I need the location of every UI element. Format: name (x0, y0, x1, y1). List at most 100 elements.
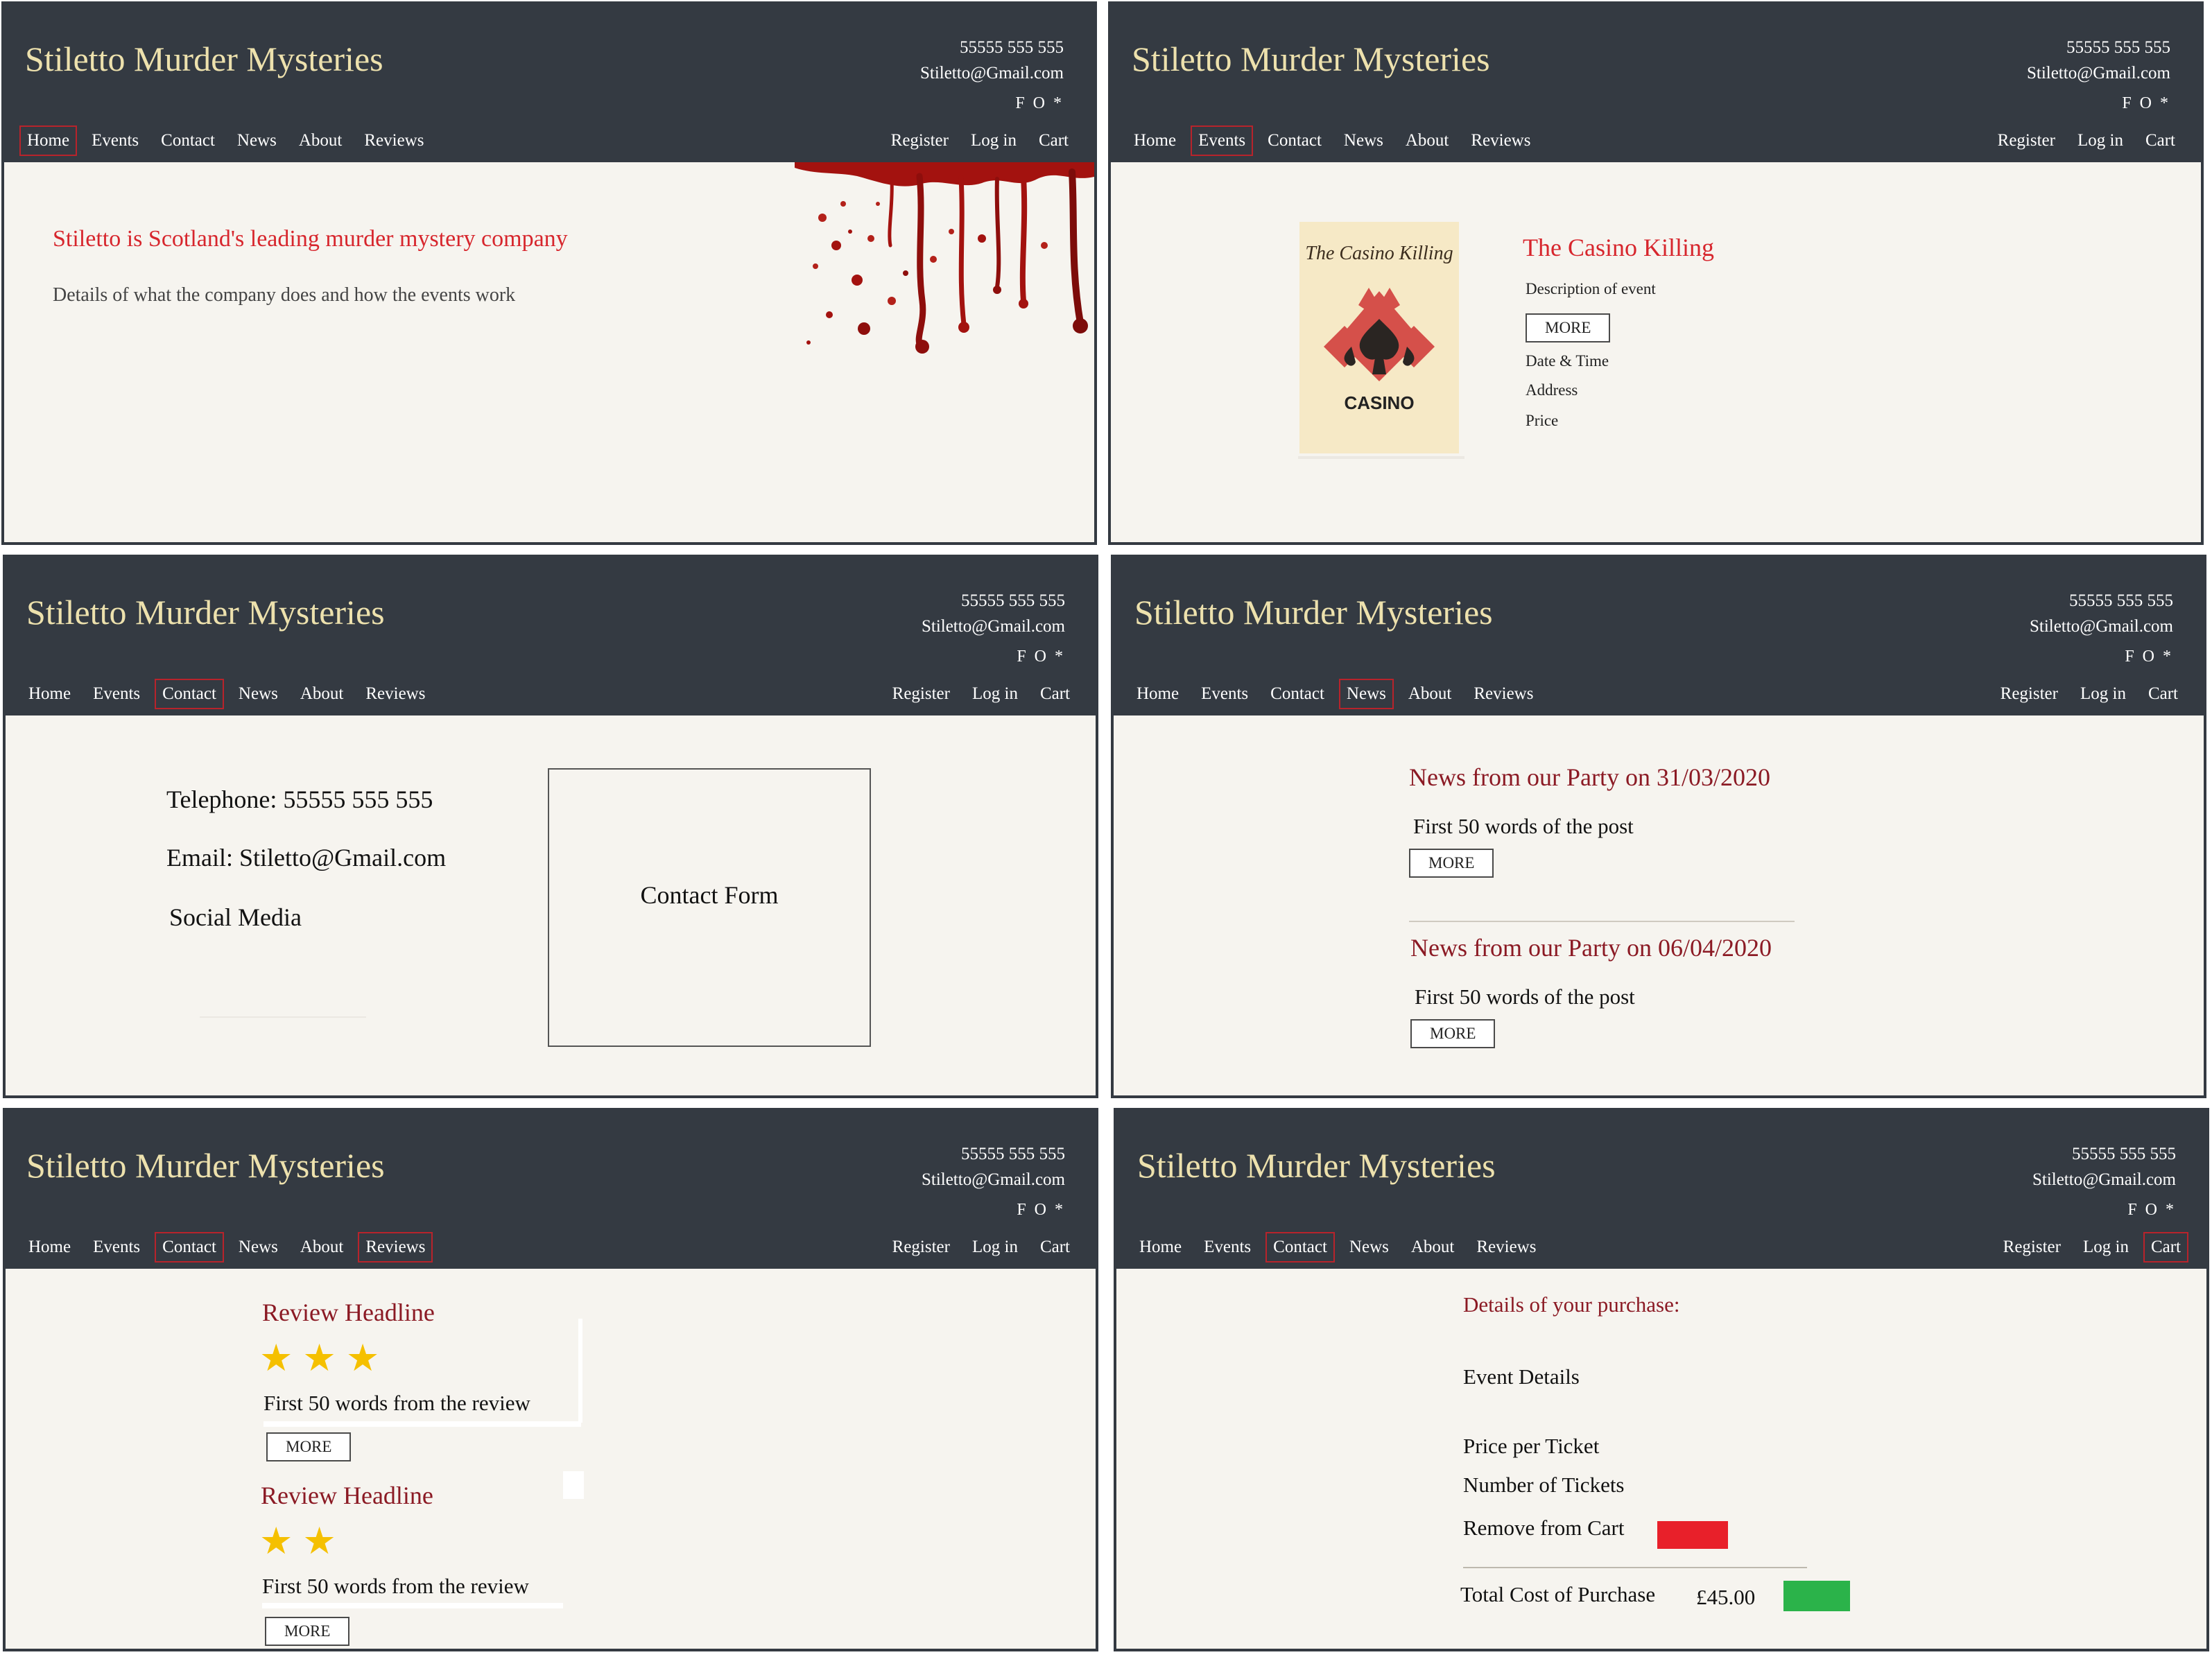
nav-home[interactable]: Home (1129, 679, 1186, 709)
news-post-title[interactable]: News from our Party on 31/03/2020 (1409, 763, 1770, 792)
news-more-button[interactable]: MORE (1409, 849, 1494, 878)
nav-events[interactable]: Events (1191, 125, 1254, 156)
checkout-button[interactable] (1783, 1581, 1850, 1611)
site-title[interactable]: Stiletto Murder Mysteries (26, 592, 385, 632)
divider (200, 1016, 366, 1018)
nav-reviews[interactable]: Reviews (1466, 679, 1541, 709)
site-title[interactable]: Stiletto Murder Mysteries (1137, 1145, 1496, 1186)
nav-reviews[interactable]: Reviews (358, 679, 433, 709)
nav-login[interactable]: Log in (2073, 679, 2134, 709)
nav-contact[interactable]: Contact (153, 125, 223, 156)
cart-page-mockup: Stiletto Murder Mysteries 55555 555 555 … (1114, 1108, 2209, 1651)
social-icons[interactable]: F O * (2122, 94, 2170, 113)
nav-contact[interactable]: Contact (1265, 1232, 1335, 1263)
social-icons[interactable]: F O * (1017, 1201, 1065, 1220)
nav-news[interactable]: News (230, 125, 284, 156)
nav-reviews[interactable]: Reviews (356, 125, 431, 156)
nav-register[interactable]: Register (1993, 679, 2066, 709)
header-email[interactable]: Stiletto@Gmail.com (2030, 614, 2173, 639)
white-strip (262, 1603, 563, 1608)
site-title[interactable]: Stiletto Murder Mysteries (1134, 592, 1493, 632)
site-title[interactable]: Stiletto Murder Mysteries (1132, 39, 1490, 79)
news-more-button[interactable]: MORE (1410, 1019, 1496, 1048)
nav-events[interactable]: Events (1193, 679, 1256, 709)
remove-from-cart-button[interactable] (1657, 1521, 1728, 1549)
nav-cart[interactable]: Cart (1032, 1232, 1078, 1263)
nav-register[interactable]: Register (885, 679, 958, 709)
nav-cart[interactable]: Cart (2143, 1232, 2188, 1263)
nav-events[interactable]: Events (85, 679, 148, 709)
review-more-label: MORE (265, 1617, 350, 1646)
nav-login[interactable]: Log in (963, 125, 1024, 156)
cart-divider (1463, 1567, 1807, 1568)
header-contact: 55555 555 555 Stiletto@Gmail.com (922, 588, 1065, 639)
nav-news[interactable]: News (1336, 125, 1391, 156)
social-icons[interactable]: F O * (2127, 1201, 2176, 1220)
event-more-button[interactable]: MORE (1526, 313, 1611, 342)
nav-contact[interactable]: Contact (1260, 125, 1329, 156)
nav-register[interactable]: Register (1990, 125, 2063, 156)
contact-form-placeholder[interactable]: Contact Form (548, 768, 871, 1047)
nav-cart[interactable]: Cart (2138, 125, 2183, 156)
contact-email[interactable]: Email: Stiletto@Gmail.com (166, 843, 446, 872)
review-more-button[interactable]: MORE (266, 1432, 352, 1461)
social-icons[interactable]: F O * (1017, 648, 1065, 666)
event-description: Description of event (1526, 280, 1656, 297)
header-email[interactable]: Stiletto@Gmail.com (922, 1167, 1065, 1192)
nav-events[interactable]: Events (1196, 1232, 1259, 1263)
nav-events[interactable]: Events (85, 1232, 148, 1263)
nav-news[interactable]: News (1338, 679, 1394, 709)
nav-about[interactable]: About (1403, 1232, 1462, 1263)
event-poster-image[interactable]: The Casino Killing CASINO (1299, 222, 1459, 453)
header-email[interactable]: Stiletto@Gmail.com (2032, 1167, 2176, 1192)
nav-reviews[interactable]: Reviews (358, 1232, 433, 1263)
white-strip (578, 1319, 582, 1423)
nav-events[interactable]: Events (84, 125, 146, 156)
nav-contact[interactable]: Contact (155, 679, 224, 709)
news-post-excerpt: First 50 words of the post (1413, 814, 1634, 838)
nav-home[interactable]: Home (19, 125, 78, 156)
nav-about[interactable]: About (293, 679, 352, 709)
cart-number-of-tickets[interactable]: Number of Tickets (1463, 1473, 1625, 1498)
site-title[interactable]: Stiletto Murder Mysteries (25, 39, 383, 79)
site-title[interactable]: Stiletto Murder Mysteries (26, 1145, 385, 1186)
reviews-page-mockup: Stiletto Murder Mysteries 55555 555 555 … (3, 1108, 1098, 1651)
nav-cart[interactable]: Cart (1031, 125, 1076, 156)
nav-about[interactable]: About (1401, 679, 1460, 709)
nav-login[interactable]: Log in (965, 1232, 1026, 1263)
nav-home[interactable]: Home (1132, 1232, 1189, 1263)
nav-home[interactable]: Home (21, 679, 78, 709)
nav-register[interactable]: Register (885, 1232, 958, 1263)
review-more-button[interactable]: MORE (265, 1617, 350, 1646)
header-email[interactable]: Stiletto@Gmail.com (922, 614, 1065, 639)
nav-cart[interactable]: Cart (2141, 679, 2186, 709)
social-icons[interactable]: F O * (1015, 94, 1064, 113)
nav-about[interactable]: About (1398, 125, 1457, 156)
nav-news[interactable]: News (231, 1232, 286, 1263)
nav-about[interactable]: About (293, 1232, 352, 1263)
header-phone: 55555 555 555 (2069, 591, 2173, 610)
white-strip (563, 1471, 584, 1499)
header-email[interactable]: Stiletto@Gmail.com (2027, 60, 2170, 86)
nav-login[interactable]: Log in (965, 679, 1026, 709)
nav-home[interactable]: Home (21, 1232, 78, 1263)
nav-contact[interactable]: Contact (155, 1232, 224, 1263)
nav-login[interactable]: Log in (2070, 125, 2131, 156)
nav-register[interactable]: Register (883, 125, 956, 156)
nav-home[interactable]: Home (1126, 125, 1184, 156)
nav-register[interactable]: Register (1996, 1232, 2068, 1263)
news-more-label: MORE (1410, 1019, 1496, 1048)
main-nav: Home Events Contact News About Reviews (1129, 679, 1541, 709)
social-icons[interactable]: F O * (2125, 648, 2173, 666)
nav-news[interactable]: News (231, 679, 286, 709)
nav-cart[interactable]: Cart (1032, 679, 1078, 709)
nav-about[interactable]: About (291, 125, 350, 156)
nav-contact[interactable]: Contact (1263, 679, 1332, 709)
nav-login[interactable]: Log in (2075, 1232, 2136, 1263)
news-post-title[interactable]: News from our Party on 06/04/2020 (1410, 933, 1772, 962)
header-email[interactable]: Stiletto@Gmail.com (920, 60, 1064, 86)
nav-reviews[interactable]: Reviews (1463, 125, 1538, 156)
nav-news[interactable]: News (1342, 1232, 1397, 1263)
nav-reviews[interactable]: Reviews (1469, 1232, 1544, 1263)
header-phone: 55555 555 555 (2072, 1145, 2176, 1163)
